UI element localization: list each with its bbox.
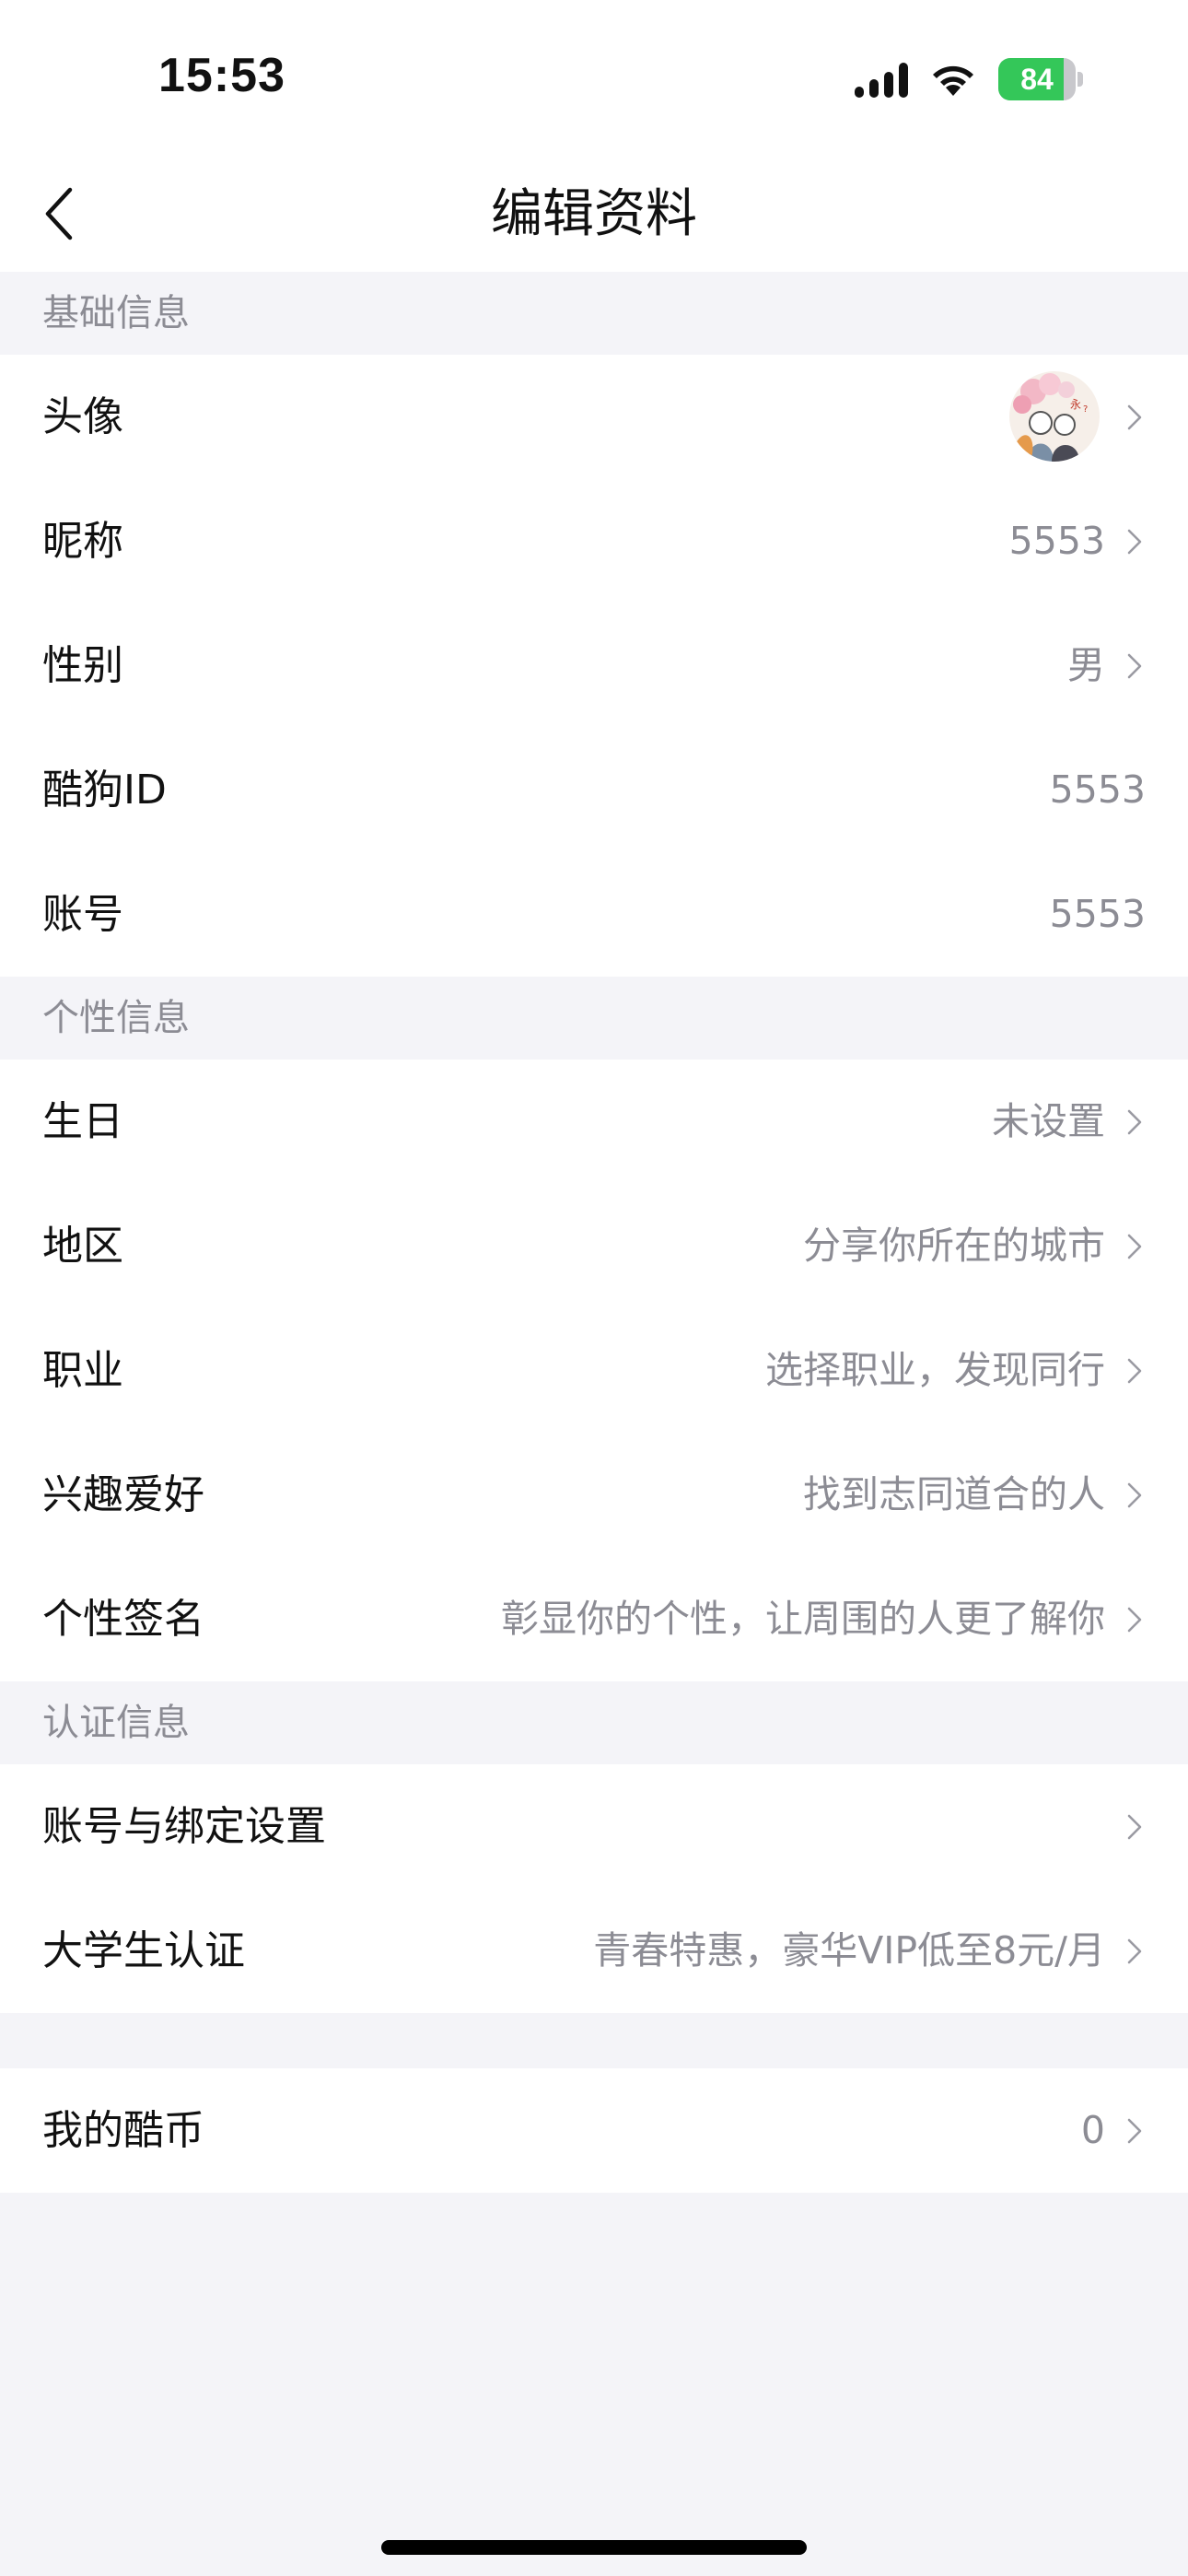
row-label: 我的酷币: [42, 2107, 204, 2154]
row-value: 彰显你的个性，让周围的人更了解你: [501, 1597, 1105, 1641]
chevron-right-icon: [1127, 1814, 1142, 1840]
row-label: 职业: [42, 1347, 123, 1394]
row-hobbies[interactable]: 兴趣爱好 找到志同道合的人: [0, 1433, 1188, 1557]
chevron-right-icon: [1127, 1482, 1142, 1508]
battery-icon: 84: [998, 58, 1083, 100]
chevron-right-icon: [1127, 2118, 1142, 2144]
row-label: 酷狗ID: [42, 767, 167, 814]
group-basic-info: 头像 永 ? 昵称 5553 性别 男 酷狗ID 5553 账号 5553: [0, 355, 1188, 977]
status-time: 15:53: [158, 49, 285, 102]
row-my-coins[interactable]: 我的酷币 0: [0, 2068, 1188, 2193]
row-avatar[interactable]: 头像 永 ?: [0, 355, 1188, 479]
home-indicator: [381, 2540, 807, 2555]
row-label: 账号与绑定设置: [42, 1803, 326, 1850]
row-region[interactable]: 地区 分享你所在的城市: [0, 1184, 1188, 1308]
nav-bar: 编辑资料: [0, 157, 1188, 272]
row-value: 5553: [1049, 767, 1146, 812]
section-header-personal: 个性信息: [0, 977, 1188, 1060]
group-personal-info: 生日 未设置 地区 分享你所在的城市 职业 选择职业，发现同行 兴趣爱好 找到志…: [0, 1060, 1188, 1681]
svg-text:?: ?: [1083, 404, 1088, 415]
row-label: 生日: [42, 1098, 123, 1145]
row-gender[interactable]: 性别 男: [0, 603, 1188, 728]
row-kugou-id: 酷狗ID 5553: [0, 728, 1188, 852]
chevron-right-icon: [1127, 1938, 1142, 1964]
chevron-left-icon: [45, 187, 73, 240]
row-label: 兴趣爱好: [42, 1471, 204, 1518]
battery-level-text: 84: [1020, 63, 1054, 96]
svg-text:永: 永: [1070, 398, 1081, 411]
cellular-signal-icon: [855, 61, 908, 98]
back-button[interactable]: [22, 177, 96, 251]
chevron-right-icon: [1127, 1234, 1142, 1259]
avatar: 永 ?: [1009, 371, 1100, 462]
section-title: 个性信息: [42, 997, 190, 1039]
status-bar: 15:53 84: [0, 0, 1188, 157]
chevron-right-icon: [1127, 404, 1142, 430]
row-value: 选择职业，发现同行: [765, 1348, 1105, 1392]
chevron-right-icon: [1127, 529, 1142, 555]
group-verification-info: 账号与绑定设置 大学生认证 青春特惠，豪华VIP低至8元/月: [0, 1764, 1188, 2013]
row-value: 分享你所在的城市: [803, 1224, 1105, 1268]
row-value: 未设置: [992, 1099, 1105, 1143]
section-title: 基础信息: [42, 292, 190, 334]
row-signature[interactable]: 个性签名 彰显你的个性，让周围的人更了解你: [0, 1557, 1188, 1681]
chevron-right-icon: [1127, 1607, 1142, 1633]
group-coins: 我的酷币 0: [0, 2068, 1188, 2193]
row-label: 昵称: [42, 518, 123, 565]
section-header-verification: 认证信息: [0, 1681, 1188, 1764]
chevron-right-icon: [1127, 1109, 1142, 1135]
row-label: 个性签名: [42, 1596, 204, 1643]
row-label: 大学生认证: [42, 1927, 245, 1974]
row-account: 账号 5553: [0, 852, 1188, 977]
wifi-icon: [933, 65, 973, 96]
row-student-verification[interactable]: 大学生认证 青春特惠，豪华VIP低至8元/月: [0, 1889, 1188, 2013]
chevron-right-icon: [1127, 653, 1142, 679]
row-value: 找到志同道合的人: [803, 1472, 1105, 1516]
row-label: 账号: [42, 891, 123, 938]
row-value: 青春特惠，豪华VIP低至8元/月: [593, 1928, 1105, 1973]
row-label: 性别: [42, 642, 123, 689]
section-header-basic: 基础信息: [0, 272, 1188, 355]
row-value: 5553: [1049, 892, 1146, 936]
row-account-binding[interactable]: 账号与绑定设置: [0, 1764, 1188, 1889]
row-nickname[interactable]: 昵称 5553: [0, 479, 1188, 603]
row-occupation[interactable]: 职业 选择职业，发现同行: [0, 1308, 1188, 1433]
row-value: 0: [1080, 2108, 1105, 2152]
row-birthday[interactable]: 生日 未设置: [0, 1060, 1188, 1184]
row-label: 头像: [42, 393, 123, 440]
status-icons: 84: [855, 55, 1083, 103]
page-title: 编辑资料: [491, 184, 697, 244]
chevron-right-icon: [1127, 1358, 1142, 1384]
row-label: 地区: [42, 1223, 123, 1270]
row-value: 5553: [1008, 519, 1105, 563]
row-value: 男: [1067, 643, 1105, 687]
section-title: 认证信息: [42, 1702, 190, 1744]
